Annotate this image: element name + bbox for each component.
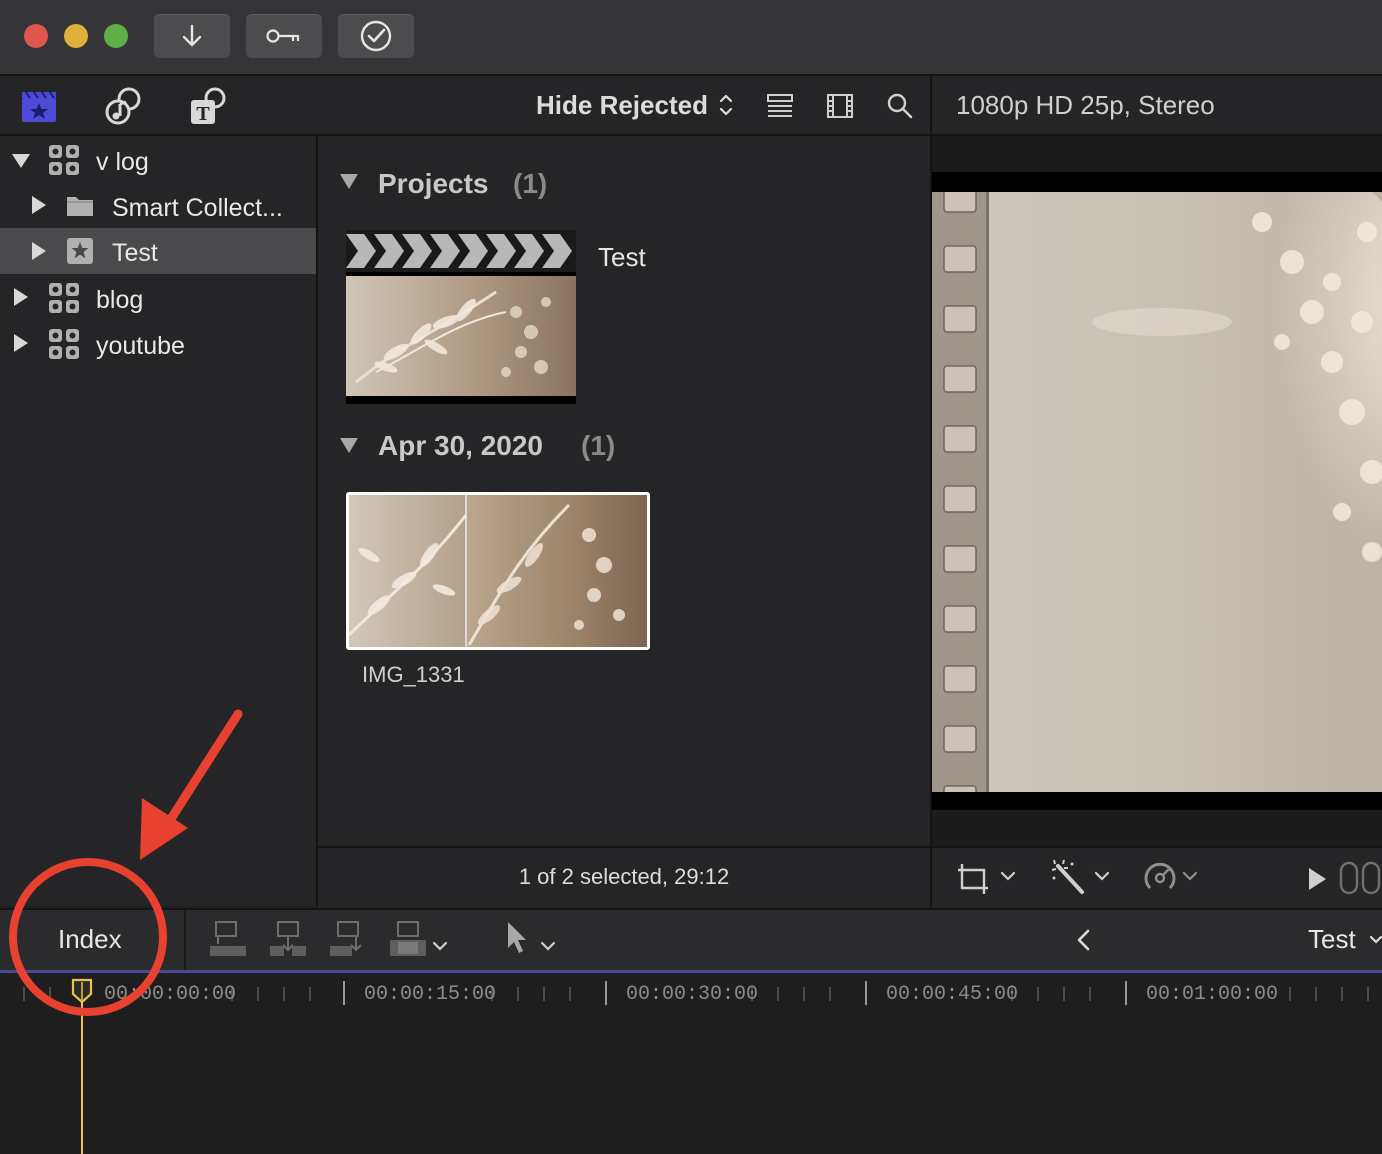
photos-audio-icon[interactable] (104, 86, 144, 126)
project-name[interactable]: Test (598, 242, 646, 273)
overwrite-clip-icon[interactable] (388, 920, 428, 960)
clip-thumbnail[interactable] (346, 492, 650, 650)
sidebar-item-blog[interactable]: blog (0, 276, 316, 320)
search-icon[interactable] (886, 92, 914, 120)
section-title-date: Apr 30, 2020 (378, 430, 543, 461)
viewer-letterbox-top (932, 172, 1382, 194)
background-tasks-button[interactable] (338, 14, 414, 58)
event-star-icon (67, 238, 93, 264)
titles-generators-icon[interactable]: T (188, 86, 228, 126)
back-chevron-icon[interactable] (1074, 928, 1094, 952)
sidebar-item-test[interactable]: Test (0, 228, 316, 274)
zoom-window-button[interactable] (104, 24, 128, 48)
timecode-label: 00:00:30:00 (626, 983, 759, 1006)
chevron-down-icon[interactable] (432, 940, 448, 952)
viewer-letterbox-bottom (932, 790, 1382, 810)
chevron-updown-icon[interactable] (718, 92, 734, 118)
viewer-video-frame (932, 192, 1382, 792)
project-thumbnail-image (346, 272, 576, 404)
annotation-arrow (140, 709, 243, 860)
magic-wand-icon[interactable] (1050, 858, 1088, 896)
library-icon (49, 283, 79, 313)
keywords-button[interactable] (246, 14, 322, 58)
library-icon (49, 329, 79, 359)
clip-filmstrip-image (349, 495, 647, 647)
sidebar-item-label: youtube (96, 332, 185, 360)
sidebar-item-smart-collections[interactable]: Smart Collect... (0, 184, 316, 228)
sidebar-item-youtube[interactable]: youtube (0, 322, 316, 366)
libraries-icon[interactable] (20, 88, 58, 124)
viewer-format-label[interactable]: 1080p HD 25p, Stereo (956, 90, 1215, 121)
timecode-display-icon (1339, 861, 1381, 895)
browser-toolbar: T Hide Rejected (0, 76, 930, 136)
chevron-down-icon[interactable] (540, 940, 556, 952)
clip-name[interactable]: IMG_1331 (362, 662, 465, 688)
select-tool-icon[interactable] (504, 920, 532, 956)
chevron-down-icon[interactable] (1000, 870, 1016, 882)
timecode-label: 00:01:00:00 (1146, 983, 1279, 1006)
download-arrow-icon (182, 24, 202, 47)
insert-clip-icon[interactable] (268, 920, 308, 960)
folder-icon (67, 197, 93, 216)
browser-status-bar: 1 of 2 selected, 29:12 (318, 846, 930, 908)
selection-status: 1 of 2 selected, 29:12 (518, 864, 730, 889)
svg-text:T: T (196, 103, 210, 125)
filmstrip-icon[interactable] (826, 92, 854, 120)
viewer (932, 136, 1382, 846)
annotation-overlay (9, 709, 243, 1016)
event-browser: Projects (1) Test Apr 30, 2020 (1) IMG_1… (318, 136, 930, 846)
filter-popup-label[interactable]: Hide Rejected (536, 90, 708, 121)
timecode-label: 00:00:45:00 (886, 983, 1019, 1006)
sidebar-item-label: v log (96, 148, 149, 176)
section-collapse-icon[interactable] (340, 174, 358, 189)
viewer-toolbar: 1080p HD 25p, Stereo (932, 76, 1382, 136)
chevron-down-icon[interactable] (1182, 870, 1198, 882)
chevron-down-icon[interactable] (1370, 934, 1382, 946)
timeline-area[interactable] (0, 1010, 1382, 1154)
sidebar-item-label: Test (112, 239, 158, 267)
disclosure-triangle-icon[interactable] (32, 242, 46, 260)
close-window-button[interactable] (24, 24, 48, 48)
minimize-window-button[interactable] (64, 24, 88, 48)
disclosure-triangle-icon[interactable] (32, 196, 46, 214)
import-button[interactable] (154, 14, 230, 58)
key-icon (266, 29, 300, 43)
sidebar-item-label: blog (96, 286, 144, 314)
project-thumbnail[interactable] (346, 230, 576, 404)
disclosure-triangle-icon[interactable] (12, 154, 30, 168)
library-icon (49, 145, 79, 175)
section-collapse-icon[interactable] (340, 438, 358, 453)
clapperboard-icon (346, 230, 576, 272)
append-clip-icon[interactable] (328, 920, 368, 960)
section-title-projects: Projects (378, 168, 489, 199)
title-bar (0, 0, 1382, 76)
viewer-toolbar-bottom (932, 846, 1382, 908)
timeline-project-name[interactable]: Test (1308, 924, 1356, 955)
sidebar-item-v-log[interactable]: v log (0, 138, 316, 182)
timecode-label: 00:00:15:00 (364, 983, 497, 1006)
chevron-down-icon[interactable] (1094, 870, 1110, 882)
annotation-circle (9, 858, 167, 1016)
disclosure-triangle-icon[interactable] (14, 334, 28, 352)
disclosure-triangle-icon[interactable] (14, 288, 28, 306)
clip-appearance-icon[interactable] (766, 92, 794, 120)
retime-icon[interactable] (1142, 860, 1178, 896)
play-icon[interactable] (1306, 866, 1328, 892)
sidebar-item-label: Smart Collect... (112, 194, 283, 222)
section-count: (1) (581, 430, 616, 461)
transform-icon[interactable] (956, 860, 992, 896)
checkmark-circle-icon (360, 20, 392, 52)
section-count: (1) (513, 168, 548, 199)
